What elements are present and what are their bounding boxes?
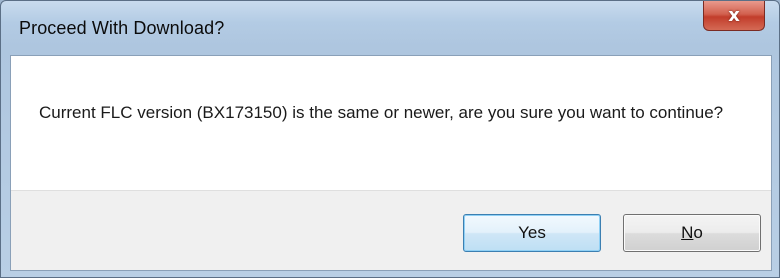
- close-button[interactable]: x: [703, 1, 765, 31]
- no-button-label-rest: o: [693, 223, 703, 242]
- dialog-title: Proceed With Download?: [19, 18, 225, 38]
- close-icon: x: [728, 4, 740, 26]
- message-text: Current FLC version (BX173150) is the sa…: [39, 103, 724, 122]
- message-panel: Current FLC version (BX173150) is the sa…: [11, 56, 771, 190]
- title-bar[interactable]: Proceed With Download? x: [1, 1, 779, 55]
- yes-button[interactable]: Yes: [463, 214, 601, 252]
- dialog-window: Proceed With Download? x Current FLC ver…: [0, 0, 780, 278]
- button-bar: Yes No: [11, 190, 771, 270]
- dialog-client-area: Current FLC version (BX173150) is the sa…: [10, 55, 772, 271]
- yes-button-label: Yes: [518, 223, 546, 242]
- no-button-mnemonic: N: [681, 223, 694, 242]
- no-button[interactable]: No: [623, 214, 761, 252]
